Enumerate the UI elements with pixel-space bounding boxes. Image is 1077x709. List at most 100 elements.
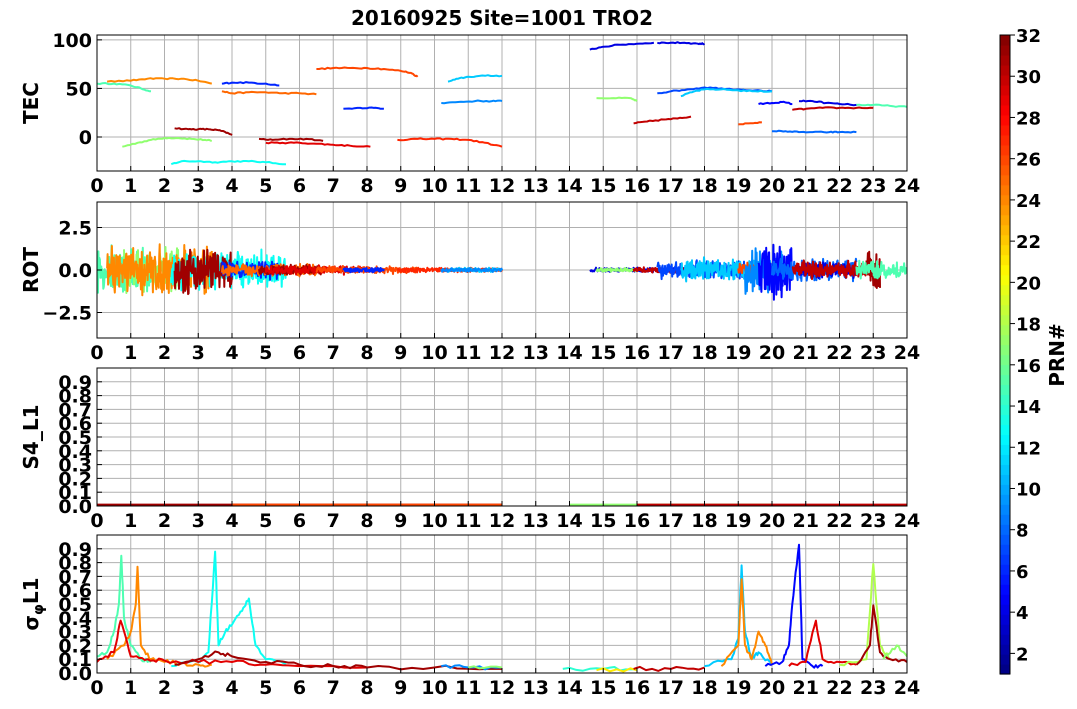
panel-3: 0 1 2 3 4 5 6 7 8 9 10 11 12 13 14 15 16 17 18 19 20 21 22 23 24… bbox=[19, 534, 920, 699]
x-tick-label: 4 bbox=[225, 342, 238, 364]
colorbar-segment bbox=[1000, 264, 1010, 276]
colorbar-tick-label: 10 bbox=[1016, 479, 1041, 500]
x-tick-label: 18 bbox=[691, 677, 717, 699]
x-tick-label: 18 bbox=[691, 175, 717, 197]
colorbar-segment bbox=[1000, 294, 1010, 306]
colorbar-segment bbox=[1000, 124, 1010, 136]
colorbar-segment bbox=[1000, 194, 1010, 206]
colorbar-segment bbox=[1000, 584, 1010, 595]
x-tick-label: 0 bbox=[90, 677, 103, 699]
x-tick-label: 16 bbox=[624, 342, 650, 364]
colorbar-segment bbox=[1000, 504, 1010, 515]
colorbar-segment bbox=[1000, 154, 1010, 166]
x-tick-label: 14 bbox=[556, 342, 582, 364]
colorbar-segment bbox=[1000, 464, 1010, 475]
x-tick-label: 7 bbox=[327, 510, 340, 532]
y-tick-label: 0 bbox=[79, 127, 92, 149]
colorbar-segment bbox=[1000, 184, 1010, 196]
colorbar-segment bbox=[1000, 224, 1010, 236]
colorbar-segment bbox=[1000, 524, 1010, 535]
y-tick-label: 2.5 bbox=[58, 218, 92, 240]
y-tick-label: 50 bbox=[66, 78, 92, 100]
colorbar-segment bbox=[1000, 634, 1010, 645]
x-tick-label: 1 bbox=[124, 677, 137, 699]
x-tick-label: 23 bbox=[860, 510, 886, 532]
x-tick-label: 22 bbox=[826, 677, 852, 699]
colorbar-segment bbox=[1000, 374, 1010, 386]
colorbar: 2468101214161820222426283032PRN# bbox=[999, 26, 1069, 675]
x-tick-label: 22 bbox=[826, 510, 852, 532]
figure-svg: 20160925 Site=1001 TRO2 0 1 2 3 4 5 6 7 8 9 10 11 12… bbox=[19, 6, 1069, 699]
x-tick-label: 13 bbox=[523, 342, 549, 364]
x-tick-label: 20 bbox=[759, 175, 785, 197]
colorbar-tick-label: 22 bbox=[1016, 232, 1041, 253]
x-tick-label: 1 bbox=[124, 342, 137, 364]
colorbar-segment bbox=[1000, 204, 1010, 216]
x-tick-label: 17 bbox=[658, 175, 684, 197]
colorbar-segment bbox=[1000, 64, 1010, 76]
x-tick-label: 2 bbox=[158, 175, 171, 197]
series-line-prn-17 bbox=[595, 267, 638, 273]
colorbar-segment bbox=[1000, 664, 1010, 675]
x-tick-label: 19 bbox=[725, 175, 751, 197]
colorbar-segment bbox=[1000, 324, 1010, 336]
colorbar-segment bbox=[1000, 434, 1010, 445]
colorbar-segment bbox=[1000, 134, 1010, 146]
colorbar-segment bbox=[1000, 114, 1010, 126]
x-tick-label: 19 bbox=[725, 510, 751, 532]
x-tick-label: 17 bbox=[658, 510, 684, 532]
x-tick-label: 1 bbox=[124, 510, 137, 532]
colorbar-tick-label: 26 bbox=[1016, 150, 1041, 171]
colorbar-segment bbox=[1000, 514, 1010, 525]
colorbar-segment bbox=[1000, 94, 1010, 106]
colorbar-segment bbox=[1000, 454, 1010, 465]
x-tick-label: 3 bbox=[192, 510, 205, 532]
x-tick-label: 19 bbox=[725, 677, 751, 699]
colorbar-segment bbox=[1000, 74, 1010, 86]
x-tick-label: 21 bbox=[793, 342, 819, 364]
colorbar-segment bbox=[1000, 284, 1010, 296]
colorbar-segment bbox=[1000, 444, 1010, 455]
x-tick-label: 13 bbox=[523, 510, 549, 532]
x-tick-label: 5 bbox=[259, 510, 272, 532]
colorbar-segment bbox=[1000, 414, 1010, 425]
x-tick-label: 11 bbox=[455, 175, 481, 197]
x-tick-label: 10 bbox=[421, 175, 447, 197]
colorbar-segment bbox=[1000, 54, 1010, 66]
colorbar-tick-label: 8 bbox=[1016, 521, 1029, 542]
colorbar-segment bbox=[1000, 274, 1010, 286]
x-tick-label: 17 bbox=[658, 677, 684, 699]
y-axis-label: ROT bbox=[19, 247, 43, 293]
x-tick-label: 23 bbox=[860, 175, 886, 197]
x-tick-label: 20 bbox=[759, 677, 785, 699]
x-tick-label: 9 bbox=[394, 510, 407, 532]
x-tick-label: 21 bbox=[793, 510, 819, 532]
colorbar-segment bbox=[1000, 544, 1010, 555]
colorbar-segment bbox=[1000, 244, 1010, 256]
x-tick-label: 23 bbox=[860, 342, 886, 364]
x-tick-label: 24 bbox=[894, 510, 920, 532]
colorbar-segment bbox=[1000, 404, 1010, 415]
x-tick-label: 15 bbox=[590, 510, 616, 532]
x-tick-label: 4 bbox=[225, 175, 238, 197]
x-tick-label: 7 bbox=[327, 677, 340, 699]
colorbar-segment bbox=[1000, 254, 1010, 266]
x-tick-label: 11 bbox=[455, 677, 481, 699]
x-tick-label: 22 bbox=[826, 342, 852, 364]
x-tick-label: 0 bbox=[90, 510, 103, 532]
x-tick-label: 3 bbox=[192, 175, 205, 197]
colorbar-segment bbox=[1000, 84, 1010, 96]
x-tick-label: 23 bbox=[860, 677, 886, 699]
colorbar-tick-label: 30 bbox=[1016, 67, 1041, 88]
colorbar-segment bbox=[1000, 384, 1010, 396]
x-tick-label: 14 bbox=[556, 175, 582, 197]
colorbar-tick-label: 2 bbox=[1016, 644, 1029, 665]
colorbar-segment bbox=[1000, 35, 1010, 46]
x-tick-label: 17 bbox=[658, 342, 684, 364]
x-tick-label: 3 bbox=[192, 677, 205, 699]
y-tick-label: 0.9 bbox=[58, 372, 92, 394]
colorbar-segment bbox=[1000, 484, 1010, 495]
x-tick-label: 21 bbox=[793, 175, 819, 197]
colorbar-segment bbox=[1000, 304, 1010, 316]
chart-figure: 20160925 Site=1001 TRO2 0 1 2 3 4 5 6 7 8 9 10 11 12… bbox=[0, 0, 1077, 709]
